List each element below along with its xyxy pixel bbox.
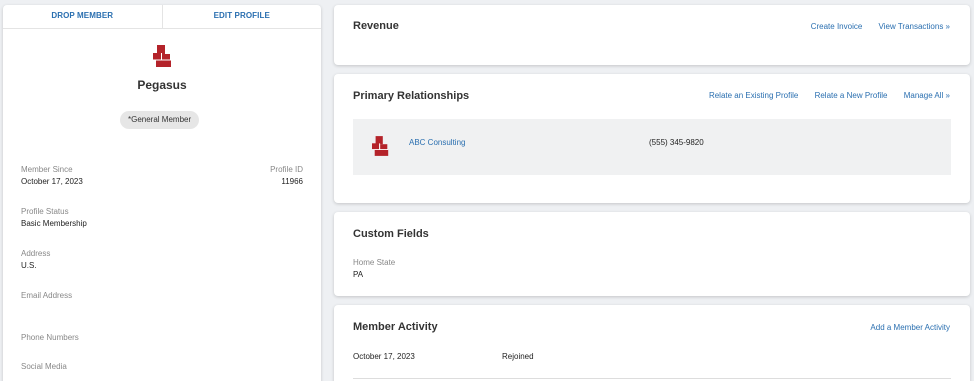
drop-member-button[interactable]: DROP MEMBER — [3, 5, 162, 28]
primary-relationships-title: Primary Relationships — [353, 90, 470, 102]
social-field: Social Media — [21, 362, 67, 374]
phone-label: Phone Numbers — [21, 333, 79, 342]
address-field: Address U.S. — [21, 249, 50, 270]
revenue-title: Revenue — [353, 20, 399, 32]
profile-id-value: 11966 — [281, 177, 303, 186]
profile-name: Pegasus — [137, 78, 187, 92]
profile-status-field: Profile Status Basic Membership — [21, 207, 87, 228]
profile-card: DROP MEMBER EDIT PROFILE Pegasus *Genera… — [3, 5, 321, 381]
building-icon — [372, 136, 390, 156]
home-state-label: Home State — [353, 258, 396, 267]
member-since-label: Member Since — [21, 165, 73, 174]
social-label: Social Media — [21, 362, 67, 371]
address-value: U.S. — [21, 261, 37, 270]
membership-badge: *General Member — [120, 111, 200, 129]
address-label: Address — [21, 249, 51, 258]
member-activity-title: Member Activity — [353, 321, 438, 333]
profile-status-label: Profile Status — [21, 207, 69, 216]
edit-profile-button[interactable]: EDIT PROFILE — [161, 5, 322, 28]
relationship-phone: (555) 345-9820 — [649, 138, 704, 147]
custom-fields-card: Custom Fields Home State PA — [334, 212, 970, 296]
activity-date: October 17, 2023 — [353, 352, 415, 361]
building-icon — [153, 45, 173, 67]
revenue-links: Create Invoice View Transactions » — [797, 22, 950, 31]
view-transactions-link[interactable]: View Transactions » — [879, 22, 950, 31]
profile-id-field: Profile ID 11966 — [270, 165, 303, 186]
add-member-activity-link[interactable]: Add a Member Activity — [870, 323, 950, 332]
profile-actions: DROP MEMBER EDIT PROFILE — [3, 5, 321, 29]
home-state-value: PA — [353, 270, 364, 279]
primary-relationships-card: Primary Relationships Relate an Existing… — [334, 74, 970, 203]
email-field: Email Address — [21, 291, 72, 303]
custom-fields-title: Custom Fields — [353, 228, 429, 240]
primary-relationships-links: Relate an Existing Profile Relate a New … — [695, 91, 950, 100]
relate-new-profile-link[interactable]: Relate a New Profile — [815, 91, 888, 100]
member-activity-links: Add a Member Activity — [856, 323, 950, 332]
profile-status-value: Basic Membership — [21, 219, 87, 228]
member-since-value: October 17, 2023 — [21, 177, 83, 186]
relate-existing-profile-link[interactable]: Relate an Existing Profile — [709, 91, 798, 100]
profile-id-label: Profile ID — [270, 165, 303, 174]
divider — [353, 378, 951, 379]
manage-all-link[interactable]: Manage All » — [904, 91, 950, 100]
email-label: Email Address — [21, 291, 73, 300]
create-invoice-link[interactable]: Create Invoice — [811, 22, 863, 31]
relationship-name-link[interactable]: ABC Consulting — [409, 138, 465, 147]
activity-description: Rejoined — [502, 352, 534, 361]
member-activity-card: Member Activity Add a Member Activity Oc… — [334, 305, 970, 381]
member-since-field: Member Since October 17, 2023 — [21, 165, 83, 186]
relationship-row: ABC Consulting (555) 345-9820 — [353, 119, 951, 175]
home-state-field: Home State PA — [353, 258, 395, 279]
phone-field: Phone Numbers — [21, 333, 79, 345]
revenue-card: Revenue Create Invoice View Transactions… — [334, 5, 970, 65]
